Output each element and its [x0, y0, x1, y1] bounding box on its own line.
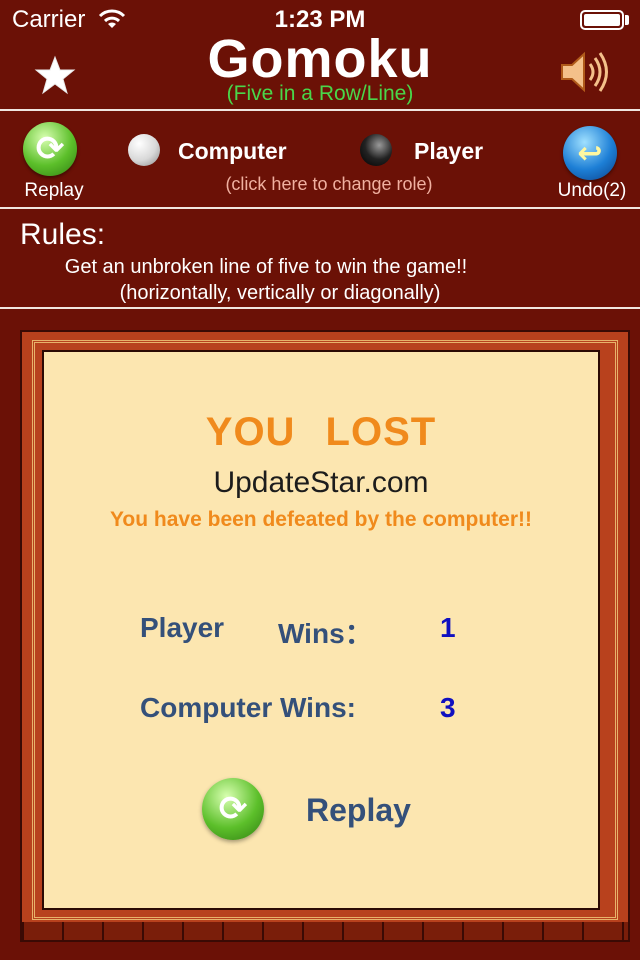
- result-replay-button[interactable]: ⟳: [202, 778, 264, 840]
- undo-button[interactable]: ↩: [563, 126, 617, 180]
- result-replay-label[interactable]: Replay: [306, 792, 411, 829]
- result-headline: YOU LOST: [205, 410, 437, 454]
- rules-divider: [0, 307, 640, 309]
- computer-wins-label: Computer Wins:: [140, 692, 356, 723]
- speaker-icon[interactable]: [556, 48, 610, 96]
- app-title: Gomoku: [207, 29, 433, 89]
- rules-heading: Rules:: [20, 218, 106, 251]
- header-divider: [0, 109, 640, 111]
- refresh-icon: ⟳: [35, 130, 65, 168]
- undo-button-label: Undo(2): [557, 180, 627, 201]
- player-wins-label: Wins：: [278, 618, 373, 649]
- player-role-label[interactable]: Player: [414, 138, 483, 165]
- result-message: You have been defeated by the computer!!: [109, 508, 533, 531]
- controls-divider: [0, 207, 640, 209]
- change-role-link[interactable]: (click here to change role): [0, 174, 640, 195]
- black-stone-icon[interactable]: [360, 134, 392, 166]
- computer-role-label[interactable]: Computer: [178, 138, 287, 165]
- replay-button[interactable]: ⟳: [23, 122, 77, 176]
- watermark-text: UpdateStar.com: [213, 466, 429, 499]
- battery-icon: [580, 10, 624, 30]
- player-wins-count: 1: [440, 612, 456, 643]
- white-stone-icon[interactable]: [128, 134, 160, 166]
- board-bottom-edge: [22, 922, 628, 940]
- battery-tip: [625, 15, 629, 25]
- app-subtitle: (Five in a Row/Line): [226, 82, 414, 105]
- player-stat-label: Player: [140, 612, 225, 643]
- rules-text-line-1: Get an unbroken line of five to win the …: [64, 256, 468, 278]
- rules-text-line-2: (horizontally, vertically or diagonally): [119, 282, 441, 304]
- computer-wins-count: 3: [440, 692, 456, 723]
- undo-arrow-icon: ↩: [577, 136, 603, 170]
- refresh-icon: ⟳: [218, 790, 248, 828]
